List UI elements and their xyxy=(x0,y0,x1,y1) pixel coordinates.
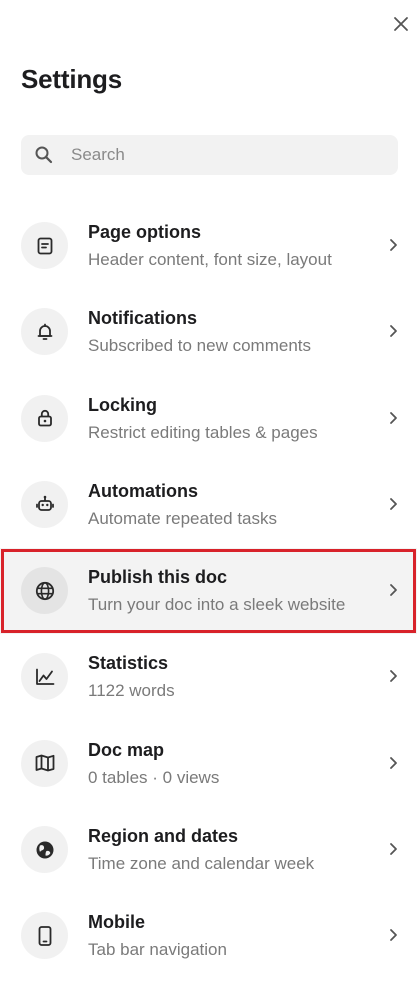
chevron-right-icon xyxy=(387,841,399,857)
lock-icon xyxy=(21,394,68,442)
settings-item-publish-this-doc[interactable]: Publish this doc Turn your doc into a sl… xyxy=(0,548,417,635)
item-label: Statistics xyxy=(88,653,169,674)
search-icon xyxy=(33,144,55,166)
settings-item-region-and-dates[interactable]: Region and dates Time zone and calendar … xyxy=(0,807,417,893)
chevron-right-icon xyxy=(387,323,399,339)
search-input[interactable] xyxy=(69,144,373,166)
item-description: Tab bar navigation xyxy=(88,940,227,960)
settings-item-notifications[interactable]: Notifications Subscribed to new comments xyxy=(0,289,417,375)
settings-item-page-options[interactable]: Page options Header content, font size, … xyxy=(0,203,417,289)
settings-item-doc-map[interactable]: Doc map 0 tables · 0 views xyxy=(0,721,417,807)
item-label: Doc map xyxy=(88,739,165,760)
item-description: 0 tables · 0 views xyxy=(88,767,220,787)
chevron-right-icon xyxy=(387,582,399,598)
region-icon xyxy=(21,826,68,874)
search-box[interactable] xyxy=(21,135,398,175)
chevron-right-icon xyxy=(387,927,399,943)
close-icon xyxy=(394,17,408,31)
item-description: Time zone and calendar week xyxy=(88,854,315,874)
chevron-right-icon xyxy=(387,755,399,771)
item-label: Publish this doc xyxy=(88,567,228,588)
item-label: Page options xyxy=(88,222,202,242)
item-label: Mobile xyxy=(88,912,145,933)
item-description: Header content, font size, layout xyxy=(88,250,332,269)
page-title: Settings xyxy=(21,64,122,94)
chart-icon xyxy=(21,653,68,701)
settings-item-statistics[interactable]: Statistics 1122 words xyxy=(0,634,417,720)
settings-list: Page options Header content, font size, … xyxy=(0,203,417,980)
mobile-icon xyxy=(21,912,68,960)
map-icon xyxy=(21,739,68,787)
robot-icon xyxy=(21,480,68,528)
settings-item-automations[interactable]: Automations Automate repeated tasks xyxy=(0,462,417,548)
item-label: Automations xyxy=(88,480,198,501)
globe-icon xyxy=(21,567,68,615)
item-description: Automate repeated tasks xyxy=(88,508,278,528)
chevron-right-icon xyxy=(387,668,399,684)
chevron-right-icon xyxy=(387,410,399,426)
settings-item-locking[interactable]: Locking Restrict editing tables & pages xyxy=(0,376,417,462)
bell-icon xyxy=(21,308,68,356)
item-description: 1122 words xyxy=(88,681,175,701)
item-description: Subscribed to new comments xyxy=(88,336,311,356)
item-description: Turn your doc into a sleek website xyxy=(88,595,346,615)
settings-panel: Settings Page options Header content, fo… xyxy=(0,0,417,992)
item-label: Region and dates xyxy=(88,826,239,847)
item-description: Restrict editing tables & pages xyxy=(88,422,318,442)
item-label: Notifications xyxy=(88,308,198,329)
chevron-right-icon xyxy=(387,496,399,512)
settings-item-mobile[interactable]: Mobile Tab bar navigation xyxy=(0,893,417,979)
page-icon xyxy=(21,222,68,269)
item-label: Locking xyxy=(88,394,158,415)
close-button[interactable] xyxy=(391,14,411,34)
chevron-right-icon xyxy=(387,237,399,253)
